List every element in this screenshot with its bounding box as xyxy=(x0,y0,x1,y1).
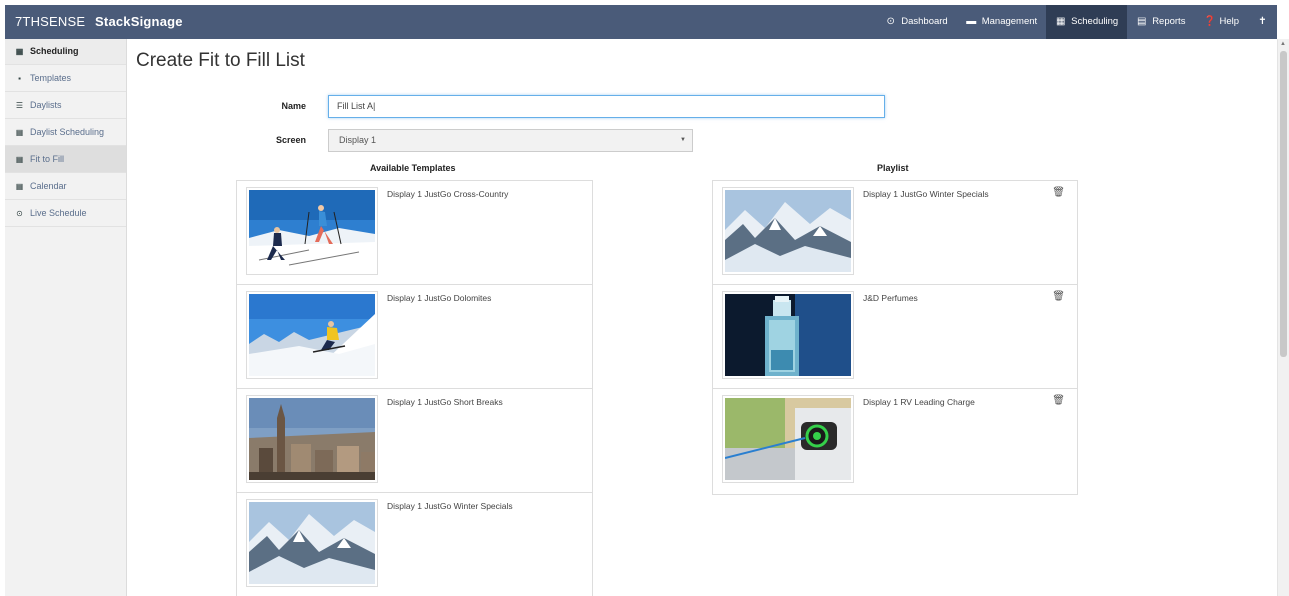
nav-reports[interactable]: ▤ Reports xyxy=(1127,5,1194,39)
city-image xyxy=(249,398,375,480)
perfume-image xyxy=(725,294,851,376)
template-thumbnail xyxy=(246,395,378,483)
template-thumbnail xyxy=(246,499,378,587)
nav-management[interactable]: ▬ Management xyxy=(957,5,1046,39)
sidebar-item-live-schedule[interactable]: ⊙ Live Schedule xyxy=(5,200,126,227)
template-icon: ▪ xyxy=(18,73,21,83)
available-templates-title: Available Templates xyxy=(370,163,456,173)
sidebar-header-label: Scheduling xyxy=(30,46,79,56)
sidebar-item-label: Calendar xyxy=(30,180,67,191)
list-item[interactable]: Display 1 JustGo Short Breaks xyxy=(237,389,592,493)
list-item[interactable]: Display 1 JustGo Cross-Country xyxy=(237,181,592,285)
sidebar-item-templates[interactable]: ▪ Templates xyxy=(5,65,126,92)
template-label: Display 1 JustGo Cross-Country xyxy=(387,189,509,199)
scroll-up-icon[interactable]: ▲ xyxy=(1280,41,1286,47)
list-item[interactable]: Display 1 RV Leading Charge 🗑 xyxy=(713,389,1077,493)
sidebar-item-label: Templates xyxy=(30,72,72,83)
grid-icon: ▦ xyxy=(15,154,24,164)
list-icon: ▤ xyxy=(1136,16,1147,27)
sidebar-item-daylist-scheduling[interactable]: ▦ Daylist Scheduling xyxy=(5,119,126,146)
nav-dashboard-label: Dashboard xyxy=(901,16,948,27)
sidebar-item-label: Daylist Scheduling xyxy=(30,126,105,137)
mountains-image xyxy=(725,190,851,272)
nav-menu: ⊙ Dashboard ▬ Management ▦ Scheduling ▤ … xyxy=(876,5,1277,39)
user-icon: ✝ xyxy=(1258,16,1267,27)
page-scrollbar[interactable]: ▲ xyxy=(1277,39,1289,596)
nav-help-label: Help xyxy=(1219,16,1239,27)
playlist-thumbnail xyxy=(722,395,854,483)
template-label: Display 1 JustGo Dolomites xyxy=(387,293,492,303)
playlist-item-label: Display 1 RV Leading Charge xyxy=(863,397,975,407)
sidebar-header-scheduling[interactable]: ▦ Scheduling xyxy=(5,39,126,65)
nav-scheduling[interactable]: ▦ Scheduling xyxy=(1046,5,1128,39)
list-icon: ☰ xyxy=(15,100,24,110)
nav-help[interactable]: ❓ Help xyxy=(1194,5,1248,39)
cross-country-image xyxy=(249,190,375,272)
name-label: Name xyxy=(281,101,306,111)
trash-icon[interactable]: 🗑 xyxy=(1052,395,1065,406)
list-item[interactable]: J&D Perfumes 🗑 xyxy=(713,285,1077,389)
screen-label: Screen xyxy=(275,135,306,145)
clock-icon: ⊙ xyxy=(16,208,23,218)
sidebar-item-calendar[interactable]: ▦ Calendar xyxy=(5,173,126,200)
brand-app-name: StackSignage xyxy=(95,14,183,29)
calendar-icon: ▦ xyxy=(15,181,24,191)
page-title: Create Fit to Fill List xyxy=(136,50,305,71)
list-item[interactable]: Display 1 JustGo Dolomites xyxy=(237,285,592,389)
sidebar-item-label: Daylists xyxy=(30,99,62,110)
template-thumbnail xyxy=(246,291,378,379)
trash-icon[interactable]: 🗑 xyxy=(1052,187,1065,198)
sidebar-item-fit-to-fill[interactable]: ▦ Fit to Fill xyxy=(5,146,126,173)
brand-logo: 7THSENSE xyxy=(15,14,86,29)
template-label: Display 1 JustGo Winter Specials xyxy=(387,501,513,511)
nav-dashboard[interactable]: ⊙ Dashboard xyxy=(876,5,956,39)
sidebar-item-daylists[interactable]: ☰ Daylists xyxy=(5,92,126,119)
playlist-thumbnail xyxy=(722,187,854,275)
sidebar: ▦ Scheduling ▪ Templates ☰ Daylists ▦ Da… xyxy=(5,39,127,596)
dolomites-image xyxy=(249,294,375,376)
ev-charger-image xyxy=(725,398,851,480)
calendar-icon: ▦ xyxy=(15,127,24,137)
template-label: Display 1 JustGo Short Breaks xyxy=(387,397,503,407)
scroll-thumb[interactable] xyxy=(1280,51,1287,357)
mountains-image xyxy=(249,502,375,584)
nav-user[interactable]: ✝ xyxy=(1248,5,1277,39)
playlist-title: Playlist xyxy=(877,163,909,173)
top-navbar: 7THSENSE StackSignage ⊙ Dashboard ▬ Mana… xyxy=(5,5,1277,39)
list-item[interactable]: Display 1 JustGo Winter Specials 🗑 xyxy=(713,181,1077,285)
dashboard-icon: ⊙ xyxy=(886,16,895,27)
available-templates-list: Display 1 JustGo Cross-Country Display 1… xyxy=(236,180,593,596)
nav-scheduling-label: Scheduling xyxy=(1071,16,1119,27)
template-thumbnail xyxy=(246,187,378,275)
nav-management-label: Management xyxy=(981,16,1038,27)
calendar-icon: ▦ xyxy=(15,47,24,56)
sidebar-item-label: Live Schedule xyxy=(30,207,87,218)
playlist-item-label: J&D Perfumes xyxy=(863,293,918,303)
trash-icon[interactable]: 🗑 xyxy=(1052,291,1065,302)
sidebar-item-label: Fit to Fill xyxy=(30,153,65,164)
briefcase-icon: ▬ xyxy=(966,16,977,27)
screen-select[interactable]: Display 1 ▼ xyxy=(328,129,693,152)
name-input[interactable]: Fill List A| xyxy=(328,95,885,118)
playlist-list: Display 1 JustGo Winter Specials 🗑 J&D P… xyxy=(712,180,1078,495)
screen-select-value: Display 1 xyxy=(339,135,377,145)
calendar-icon: ▦ xyxy=(1055,16,1066,27)
playlist-thumbnail xyxy=(722,291,854,379)
list-item[interactable]: Display 1 JustGo Winter Specials xyxy=(237,493,592,596)
brand[interactable]: 7THSENSE StackSignage xyxy=(15,5,183,39)
nav-reports-label: Reports xyxy=(1152,16,1186,27)
chevron-down-icon: ▼ xyxy=(680,137,686,143)
playlist-item-label: Display 1 JustGo Winter Specials xyxy=(863,189,989,199)
help-icon: ❓ xyxy=(1203,16,1216,27)
